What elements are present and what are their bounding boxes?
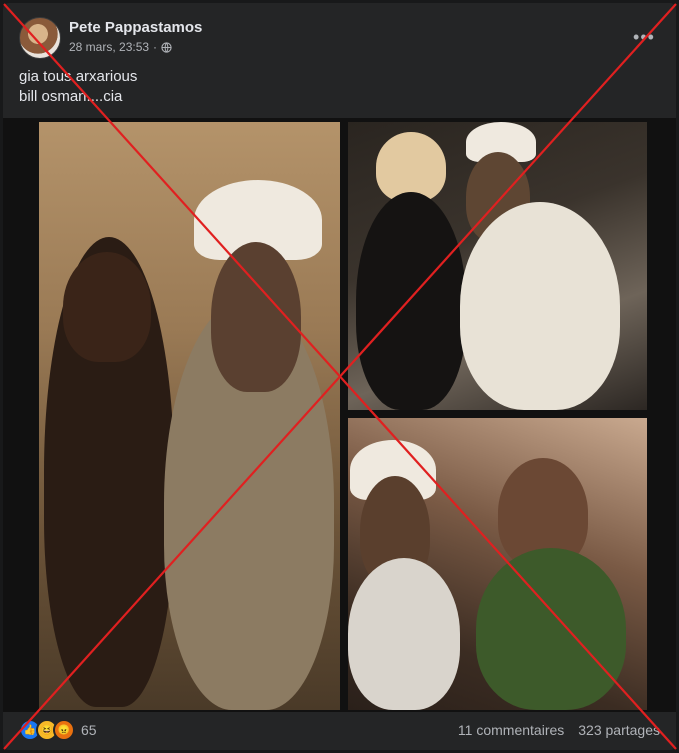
- figure-left-person: [356, 192, 466, 410]
- photo-top-right-panel: [348, 122, 647, 410]
- post-meta: 28 mars, 23:53 ·: [69, 40, 172, 54]
- post-stats: 11 commentaires 323 partages: [458, 722, 660, 738]
- separator-dot: ·: [153, 40, 158, 54]
- post-text: gia tous arxarious bill osman....cia: [19, 67, 137, 107]
- photo-bottom-right-panel: [348, 418, 647, 710]
- reactions-summary[interactable]: 👍 😆 😠 65: [19, 719, 97, 741]
- photo-left-panel: [39, 122, 340, 710]
- post-header: Pete Pappastamos 28 mars, 23:53 · •••: [19, 17, 660, 61]
- author-name[interactable]: Pete Pappastamos: [69, 19, 202, 36]
- post-text-line: gia tous arxarious: [19, 68, 138, 85]
- figure-left-person: [348, 558, 460, 710]
- post-footer: 👍 😆 😠 65 11 commentaires 323 partages: [19, 716, 660, 744]
- figure-right-person: [476, 548, 626, 710]
- more-options-icon[interactable]: •••: [630, 23, 658, 51]
- post-timestamp[interactable]: 28 mars, 23:53: [69, 40, 149, 54]
- comments-count[interactable]: 11 commentaires: [458, 722, 564, 738]
- globe-icon[interactable]: [161, 41, 172, 53]
- figure-face: [63, 252, 151, 362]
- shares-count[interactable]: 323 partages: [578, 722, 660, 738]
- figure-face: [211, 242, 301, 392]
- reaction-count[interactable]: 65: [81, 722, 97, 738]
- reaction-icons: 👍 😆 😠: [19, 719, 75, 741]
- figure-right-person: [460, 202, 620, 410]
- post-text-line: bill osman....cia: [19, 88, 123, 105]
- angry-icon: 😠: [53, 719, 75, 741]
- post-image[interactable]: [3, 118, 676, 712]
- author-avatar[interactable]: [19, 17, 61, 59]
- post-card: Pete Pappastamos 28 mars, 23:53 · ••• gi…: [3, 3, 676, 750]
